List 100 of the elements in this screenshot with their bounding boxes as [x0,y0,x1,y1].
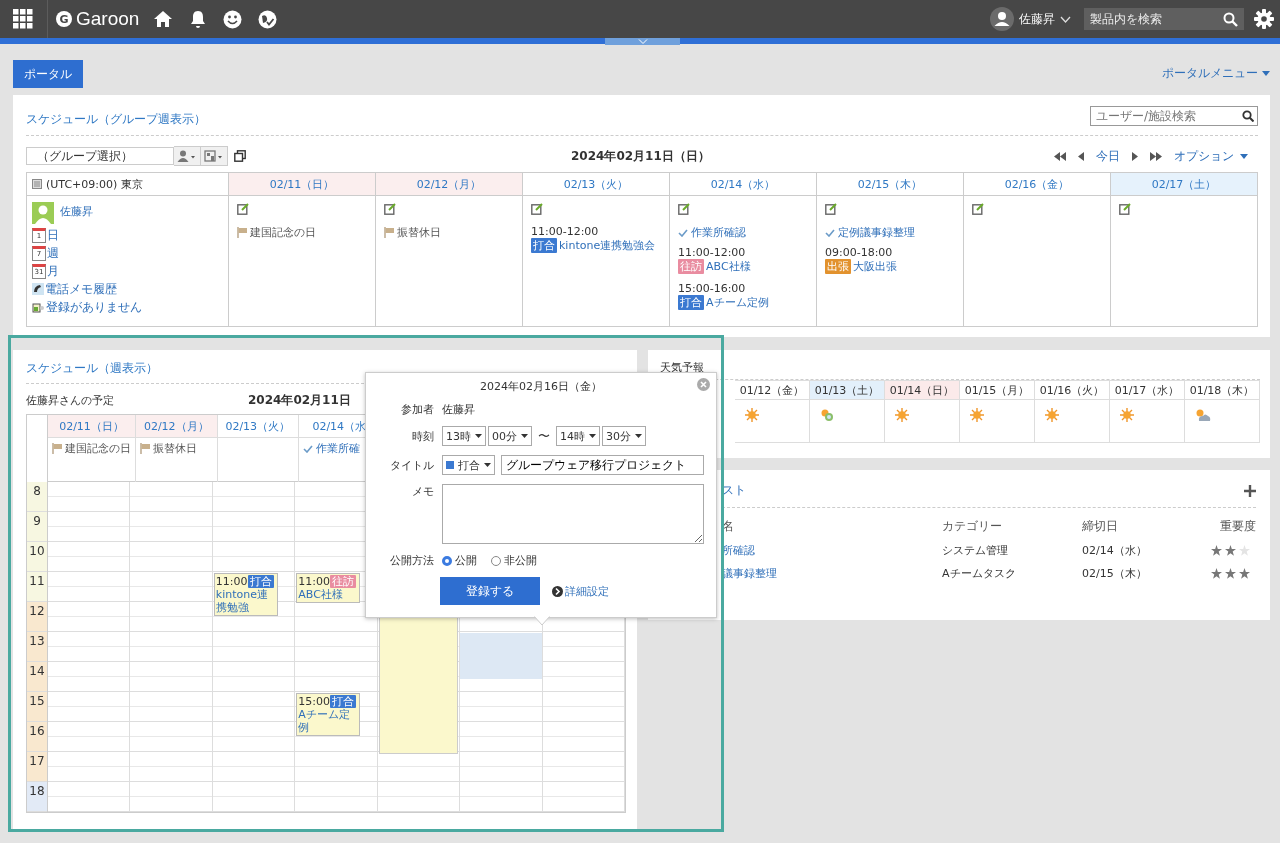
bell-icon[interactable] [189,9,208,29]
logo-mark: G [56,11,72,27]
new-entry-icon[interactable] [678,203,690,215]
copy-icon[interactable] [234,150,246,162]
user-menu-link[interactable]: 日 [47,226,59,244]
hour-label: 16 [27,722,47,752]
facility-picker-button[interactable] [201,146,228,166]
new-entry-icon[interactable] [237,203,249,215]
portal-menu-link[interactable]: ポータルメニュー [1162,65,1270,82]
event-time: 11:00-12:00 [531,225,600,238]
day-header[interactable]: 02/17（土） [1111,173,1258,196]
event-link[interactable]: ABC社様 [706,259,751,274]
previous-icon[interactable] [1078,151,1084,161]
event-card[interactable]: 11:00 打合 kintone連携勉強 [213,573,278,616]
holiday-name: 建国記念の日 [65,441,131,456]
caret-icon [484,463,491,467]
radio-button[interactable] [491,555,501,566]
chevron-down-icon[interactable] [1060,15,1071,23]
home-icon[interactable] [153,10,174,28]
new-entry-icon[interactable] [825,203,837,215]
register-button[interactable]: 登録する [440,577,540,605]
day-header[interactable]: 02/12（月） [136,415,217,438]
hour-label: 11 [27,572,47,602]
flag-icon [140,443,151,454]
user-avatar-icon[interactable] [990,7,1014,31]
event-tag: 出張 [825,259,851,274]
add-icon[interactable] [1244,484,1256,497]
today-link[interactable]: 今日 [1096,147,1120,165]
settings-icon[interactable] [1254,9,1274,29]
event-link[interactable]: kintone連携勉強会 [559,238,656,253]
day-header[interactable]: 02/13（火） [523,173,670,196]
table-cell-text: Aチームタスク [942,566,1017,581]
last-page-icon[interactable] [1150,151,1162,161]
radio-label[interactable]: 公開 [455,553,477,568]
new-entry-icon[interactable] [972,203,984,215]
todo-link[interactable]: 作業所確 [316,441,360,456]
new-entry-icon[interactable] [531,203,543,215]
flag-icon [237,227,248,238]
radio-label[interactable]: 非公開 [504,553,537,568]
event-card[interactable]: 11:00 往訪 ABC社様 [296,573,361,603]
event-link[interactable]: Aチーム定例 [706,295,769,310]
menu-select[interactable]: 打合 [442,455,495,475]
todo-link[interactable]: 作業所確認 [691,225,746,240]
detail-settings-link[interactable]: 詳細設定 [552,583,609,599]
holiday-name: 建国記念の日 [250,225,316,240]
field-label: タイトル [389,457,434,473]
panel-title[interactable]: スト [722,482,746,499]
flag-icon [384,227,395,238]
event-link[interactable]: 大阪出張 [853,259,897,274]
search-icon[interactable] [1242,109,1254,122]
hour-label: 13 [27,632,47,662]
next-icon[interactable] [1132,151,1138,161]
search-icon[interactable] [1223,12,1238,27]
new-entry-icon[interactable] [384,203,396,215]
hour-select[interactable]: 14時 [556,426,600,446]
day-header[interactable]: 02/16（金） [964,173,1111,196]
smiley-icon[interactable] [223,9,243,29]
event-tag: 打合 [531,238,557,253]
portal-tab[interactable]: ポータル [13,60,83,88]
first-page-icon[interactable] [1054,151,1066,161]
star-icon [1225,568,1236,579]
memo-field[interactable] [442,484,704,544]
check-icon [678,228,688,237]
user-search-field[interactable]: ユーザー/施設検索 [1090,105,1258,126]
title-field[interactable]: グループウェア移行プロジェクト [501,455,704,475]
user-name-link[interactable]: 佐藤昇 [60,204,93,219]
caret-icon [635,434,642,438]
panel-title[interactable]: スケジュール（グループ週表示） [26,111,206,128]
forecast-date: 01/14（日） [885,381,959,400]
user-menu-link[interactable]: 月 [47,262,59,280]
user-menu-link[interactable]: 電話メモ履歴 [45,280,117,298]
hour-label: 15 [27,692,47,722]
user-menu-link[interactable]: 登録がありません [46,298,142,316]
options-menu[interactable]: オプション [1174,147,1248,165]
minute-select[interactable]: 00分 [488,426,532,446]
day-column[interactable]: 11:00 打合 kintone連携勉強 [212,482,296,812]
search-field[interactable]: 製品内を検索 [1084,8,1244,30]
logo-text: Garoon [76,8,140,30]
check-icon [303,444,313,453]
radio-button[interactable] [442,555,452,566]
caret-icon [589,434,596,438]
panel-title: 天気予報 [660,360,705,375]
app-menu-icon[interactable] [13,9,33,29]
day-header[interactable]: 02/14（水） [670,173,817,196]
group-select[interactable]: （グループ選択） [26,147,174,165]
day-header[interactable]: 02/15（木） [817,173,964,196]
day-header[interactable]: 02/11（日） [229,173,376,196]
event-card[interactable]: 15:00 打合 Aチーム定例 [296,693,361,736]
day-header[interactable]: 02/11（日） [48,415,135,438]
event-tag: 打合 [678,295,704,310]
user-menu-link[interactable]: 週 [47,244,59,262]
hour-label: 12 [27,602,47,632]
todo-link[interactable]: 定例議事録整理 [838,225,915,240]
day-header[interactable]: 02/12（月） [376,173,523,196]
user-picker-button[interactable] [174,146,201,166]
minute-select[interactable]: 30分 [602,426,646,446]
new-entry-icon[interactable] [1119,203,1131,215]
globe-check-icon[interactable] [258,9,278,29]
user-name[interactable]: 佐藤昇 [1019,10,1055,28]
hour-select[interactable]: 13時 [442,426,486,446]
